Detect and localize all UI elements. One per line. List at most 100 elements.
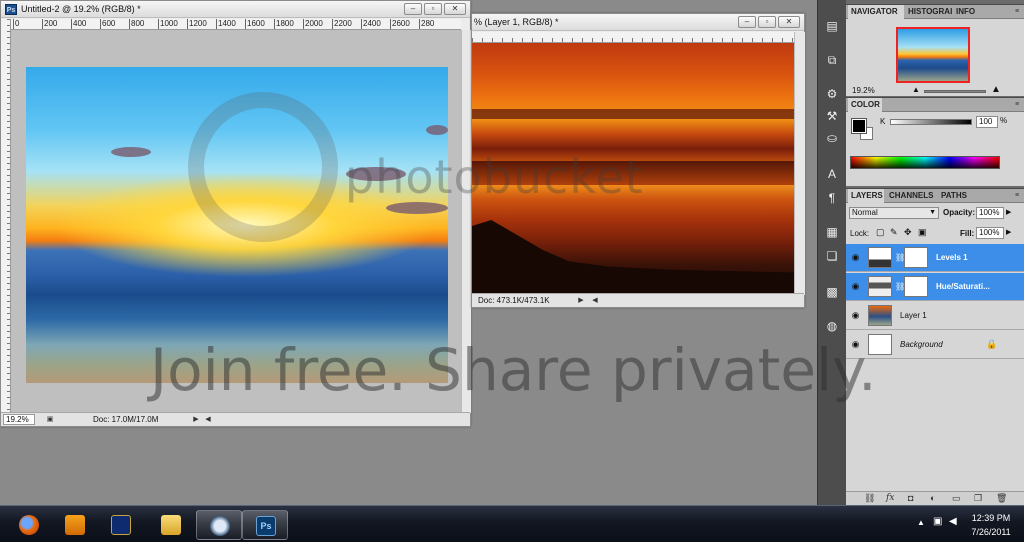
tool-presets-icon[interactable]: ⚒ — [823, 108, 841, 124]
adjustment-layer-icon[interactable]: ◐ — [930, 493, 935, 503]
document-window-untitled-2[interactable]: Ps Untitled-2 @ 19.2% (RGB/8) * – ▫ ✕ 0 2… — [0, 0, 471, 427]
layer-name[interactable]: Background — [900, 340, 943, 349]
clock-date[interactable]: 7/26/2011 — [968, 527, 1014, 537]
foreground-color-swatch[interactable] — [851, 118, 867, 134]
blend-mode-select[interactable]: Normal ▼ — [849, 207, 939, 219]
layer-row-levels[interactable]: ◉ ⛓ Levels 1 — [846, 244, 1024, 272]
taskbar-explorer[interactable] — [148, 510, 194, 540]
layer-row-hue-saturation[interactable]: ◉ ⛓ Hue/Saturati... — [846, 273, 1024, 301]
close-button[interactable]: ✕ — [444, 3, 466, 15]
canvas-area[interactable] — [11, 30, 461, 413]
link-layers-icon[interactable]: ⛓ — [864, 493, 875, 504]
layer-name[interactable]: Hue/Saturati... — [936, 282, 990, 291]
tab-paths[interactable]: PATHS — [938, 189, 972, 203]
tray-arrow-icon[interactable]: ▲ — [917, 518, 925, 527]
opacity-arrow-icon[interactable]: ▶ — [1006, 208, 1011, 216]
taskbar-headset-app[interactable] — [196, 510, 242, 540]
layer-comps-icon[interactable]: ❏ — [823, 248, 841, 264]
layer-mask-thumbnail[interactable] — [904, 276, 928, 297]
notes-icon[interactable]: ▦ — [823, 224, 841, 240]
network-icon[interactable]: ▣ — [933, 516, 942, 527]
status-menu-icon[interactable]: ▣ — [45, 414, 55, 425]
panel-tool-strip: ▤ ⧉ ⚙ ⚒ ⛀ A ¶ ▦ ❏ ▩ ◍ — [817, 0, 846, 505]
cloud — [346, 167, 406, 181]
lock-image-icon[interactable]: ✎ — [890, 227, 898, 238]
clock-time[interactable]: 12:39 PM — [968, 513, 1014, 523]
visibility-eye-icon[interactable]: ◉ — [850, 252, 861, 263]
vertical-scrollbar[interactable] — [794, 32, 805, 295]
layer-name[interactable]: Levels 1 — [936, 253, 968, 262]
tab-channels[interactable]: CHANNELS — [886, 189, 936, 203]
scroll-left-icon[interactable]: ◀ — [590, 295, 600, 306]
fx-icon[interactable]: fx — [886, 493, 894, 503]
add-mask-icon[interactable]: ◘ — [908, 493, 913, 503]
panel-menu-icon[interactable]: ≡ — [1012, 7, 1022, 17]
mini-bridge-icon[interactable]: ▤ — [823, 18, 841, 34]
orange-sunset-image — [472, 43, 794, 295]
new-group-icon[interactable]: ▭ — [952, 493, 961, 504]
zoom-in-icon[interactable]: ▲ — [991, 84, 1001, 95]
photoshop-icon: Ps — [256, 516, 276, 536]
character-icon[interactable]: A — [823, 166, 841, 182]
taskbar-photoshop[interactable]: Ps — [242, 510, 288, 540]
k-value-field[interactable]: 100 — [976, 116, 998, 128]
visibility-eye-icon[interactable]: ◉ — [850, 310, 861, 321]
tab-histogram[interactable]: HISTOGRAI — [905, 5, 952, 19]
zoom-out-icon[interactable]: ▲ — [912, 85, 920, 94]
fill-field[interactable]: 100% — [976, 227, 1004, 239]
minimize-button[interactable]: – — [404, 3, 422, 15]
paragraph-icon[interactable]: ¶ — [823, 190, 841, 206]
lock-transparent-icon[interactable]: ▢ — [876, 227, 885, 238]
actions-icon[interactable]: ⚙ — [823, 86, 841, 102]
lock-position-icon[interactable]: ✥ — [904, 227, 912, 238]
panel-menu-icon[interactable]: ≡ — [1012, 100, 1022, 110]
minimize-button[interactable]: – — [738, 16, 756, 28]
channel-label: K — [880, 117, 886, 126]
taskbar-firefox[interactable] — [6, 510, 52, 540]
layer-row-background[interactable]: ◉ Background 🔒 — [846, 331, 1024, 359]
new-layer-icon[interactable]: ❐ — [974, 493, 982, 504]
layer-name[interactable]: Layer 1 — [900, 311, 927, 320]
navigator-zoom[interactable]: 19.2% — [852, 86, 875, 95]
windows-taskbar: Ps ▲ ▣ ◀ 12:39 PM 7/26/2011 — [0, 505, 1024, 542]
zoom-field[interactable]: 19.2% — [3, 414, 35, 425]
lock-icon: 🔒 — [986, 339, 998, 349]
layer-mask-thumbnail[interactable] — [904, 247, 928, 268]
scroll-left-icon[interactable]: ◀ — [203, 414, 213, 425]
tab-color[interactable]: COLOR — [848, 98, 882, 112]
navigator-thumbnail[interactable] — [896, 27, 970, 83]
media-player-icon — [65, 515, 85, 535]
layer-row-layer1[interactable]: ◉ Layer 1 — [846, 302, 1024, 330]
lock-all-icon[interactable]: ▣ — [918, 227, 927, 238]
volume-icon[interactable]: ◀ — [949, 516, 957, 527]
visibility-eye-icon[interactable]: ◉ — [850, 281, 861, 292]
taskbar-launcher[interactable] — [98, 510, 144, 540]
restore-button[interactable]: ▫ — [424, 3, 442, 15]
trash-icon[interactable]: 🗑 — [996, 493, 1007, 504]
document-window-layer1[interactable]: % (Layer 1, RGB/8) * – ▫ ✕ Doc: 473.1K/4… — [471, 13, 805, 308]
status-arrow-icon[interactable]: ▶ — [191, 414, 201, 425]
vertical-scrollbar[interactable] — [461, 30, 471, 413]
zoom-slider[interactable] — [924, 90, 986, 93]
restore-button[interactable]: ▫ — [758, 16, 776, 28]
tab-layers[interactable]: LAYERS — [848, 189, 884, 203]
close-button[interactable]: ✕ — [778, 16, 800, 28]
history-icon[interactable]: ⧉ — [823, 52, 841, 68]
color-spectrum-bar[interactable] — [850, 156, 1000, 169]
document-title-bar[interactable]: Ps Untitled-2 @ 19.2% (RGB/8) * – ▫ ✕ — [1, 1, 470, 18]
tab-info[interactable]: INFO — [953, 5, 979, 19]
fill-arrow-icon[interactable]: ▶ — [1006, 228, 1011, 236]
styles-icon[interactable]: ◍ — [823, 318, 841, 334]
taskbar-media-player[interactable] — [52, 510, 98, 540]
panel-menu-icon[interactable]: ≡ — [1012, 191, 1022, 201]
k-channel-slider[interactable] — [890, 119, 972, 125]
document-title-bar[interactable]: % (Layer 1, RGB/8) * – ▫ ✕ — [472, 14, 804, 31]
visibility-eye-icon[interactable]: ◉ — [850, 339, 861, 350]
clone-source-icon[interactable]: ⛀ — [823, 130, 841, 146]
status-arrow-icon[interactable]: ▶ — [576, 295, 586, 306]
firefox-icon — [19, 515, 39, 535]
opacity-field[interactable]: 100% — [976, 207, 1004, 219]
status-bar: Doc: 473.1K/473.1K ▶ ◀ — [472, 293, 804, 307]
tab-navigator[interactable]: NAVIGATOR — [848, 5, 904, 19]
channels-icon[interactable]: ▩ — [823, 284, 841, 300]
